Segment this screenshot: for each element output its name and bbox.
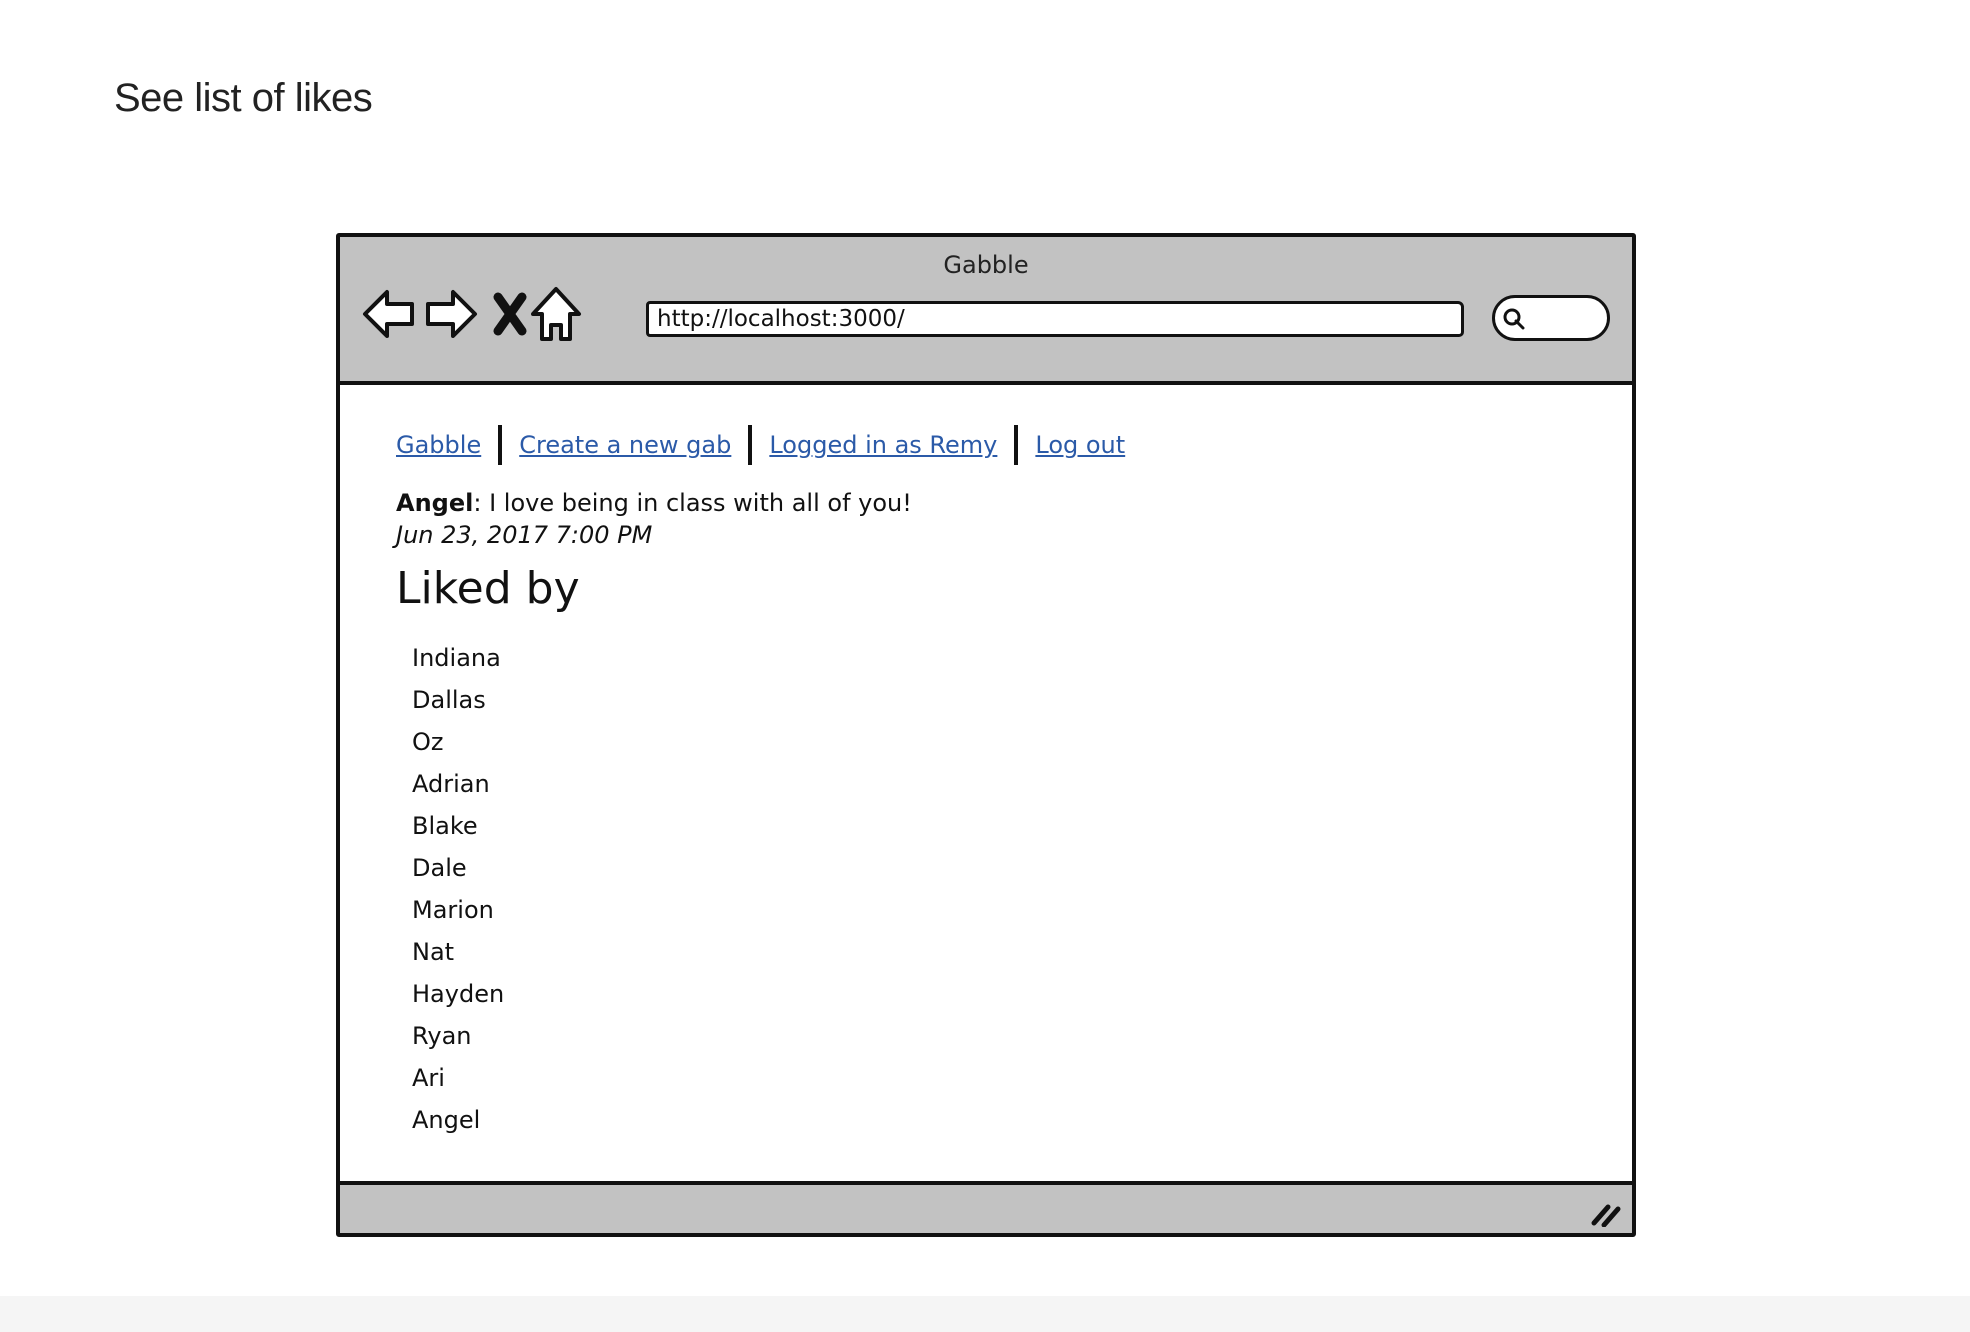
liker-item: Hayden: [412, 980, 505, 1008]
page-heading: See list of likes: [114, 76, 373, 120]
browser-window-mockup: Gabble http://localhost:3000/ Gabble Cre…: [336, 233, 1636, 1237]
liker-item: Dallas: [412, 686, 486, 714]
nav-link-create-gab[interactable]: Create a new gab: [519, 431, 731, 459]
nav-link-logout[interactable]: Log out: [1035, 431, 1125, 459]
nav-link-profile[interactable]: Logged in as Remy: [769, 431, 997, 459]
site-nav: Gabble Create a new gab Logged in as Rem…: [396, 425, 1125, 465]
liker-item: Oz: [412, 728, 444, 756]
liker-item: Angel: [412, 1106, 481, 1134]
gab-timestamp: Jun 23, 2017 7:00 PM: [396, 521, 653, 549]
page-footer-band: [0, 1296, 1970, 1332]
gab-text: I love being in class with all of you!: [481, 489, 912, 517]
back-arrow-icon[interactable]: [360, 283, 420, 345]
liker-item: Indiana: [412, 644, 501, 672]
search-icon: [1503, 308, 1525, 330]
nav-link-home[interactable]: Gabble: [396, 431, 481, 459]
window-title: Gabble: [943, 251, 1029, 279]
gab-author: Angel: [396, 489, 474, 517]
browser-statusbar: [340, 1181, 1632, 1233]
liker-item: Adrian: [412, 770, 490, 798]
forward-arrow-icon[interactable]: [420, 283, 480, 345]
nav-separator: [748, 425, 753, 465]
liker-item: Dale: [412, 854, 467, 882]
liker-item: Ryan: [412, 1022, 472, 1050]
liker-item: Ari: [412, 1064, 445, 1092]
page-viewport: Gabble Create a new gab Logged in as Rem…: [340, 385, 1632, 1181]
gab-message: Angel: I love being in class with all of…: [396, 489, 912, 517]
liker-item: Marion: [412, 896, 494, 924]
search-field[interactable]: [1492, 295, 1610, 341]
nav-separator: [1014, 425, 1019, 465]
liked-by-heading: Liked by: [396, 563, 580, 614]
liked-by-list: Indiana Dallas Oz Adrian Blake Dale Mari…: [412, 637, 504, 1141]
url-bar[interactable]: http://localhost:3000/: [646, 301, 1464, 337]
liker-item: Nat: [412, 938, 455, 966]
browser-titlebar: Gabble http://localhost:3000/: [340, 237, 1632, 385]
home-icon[interactable]: [526, 283, 586, 345]
resize-grip-icon[interactable]: [1590, 1199, 1622, 1227]
liker-item: Blake: [412, 812, 478, 840]
nav-separator: [498, 425, 503, 465]
